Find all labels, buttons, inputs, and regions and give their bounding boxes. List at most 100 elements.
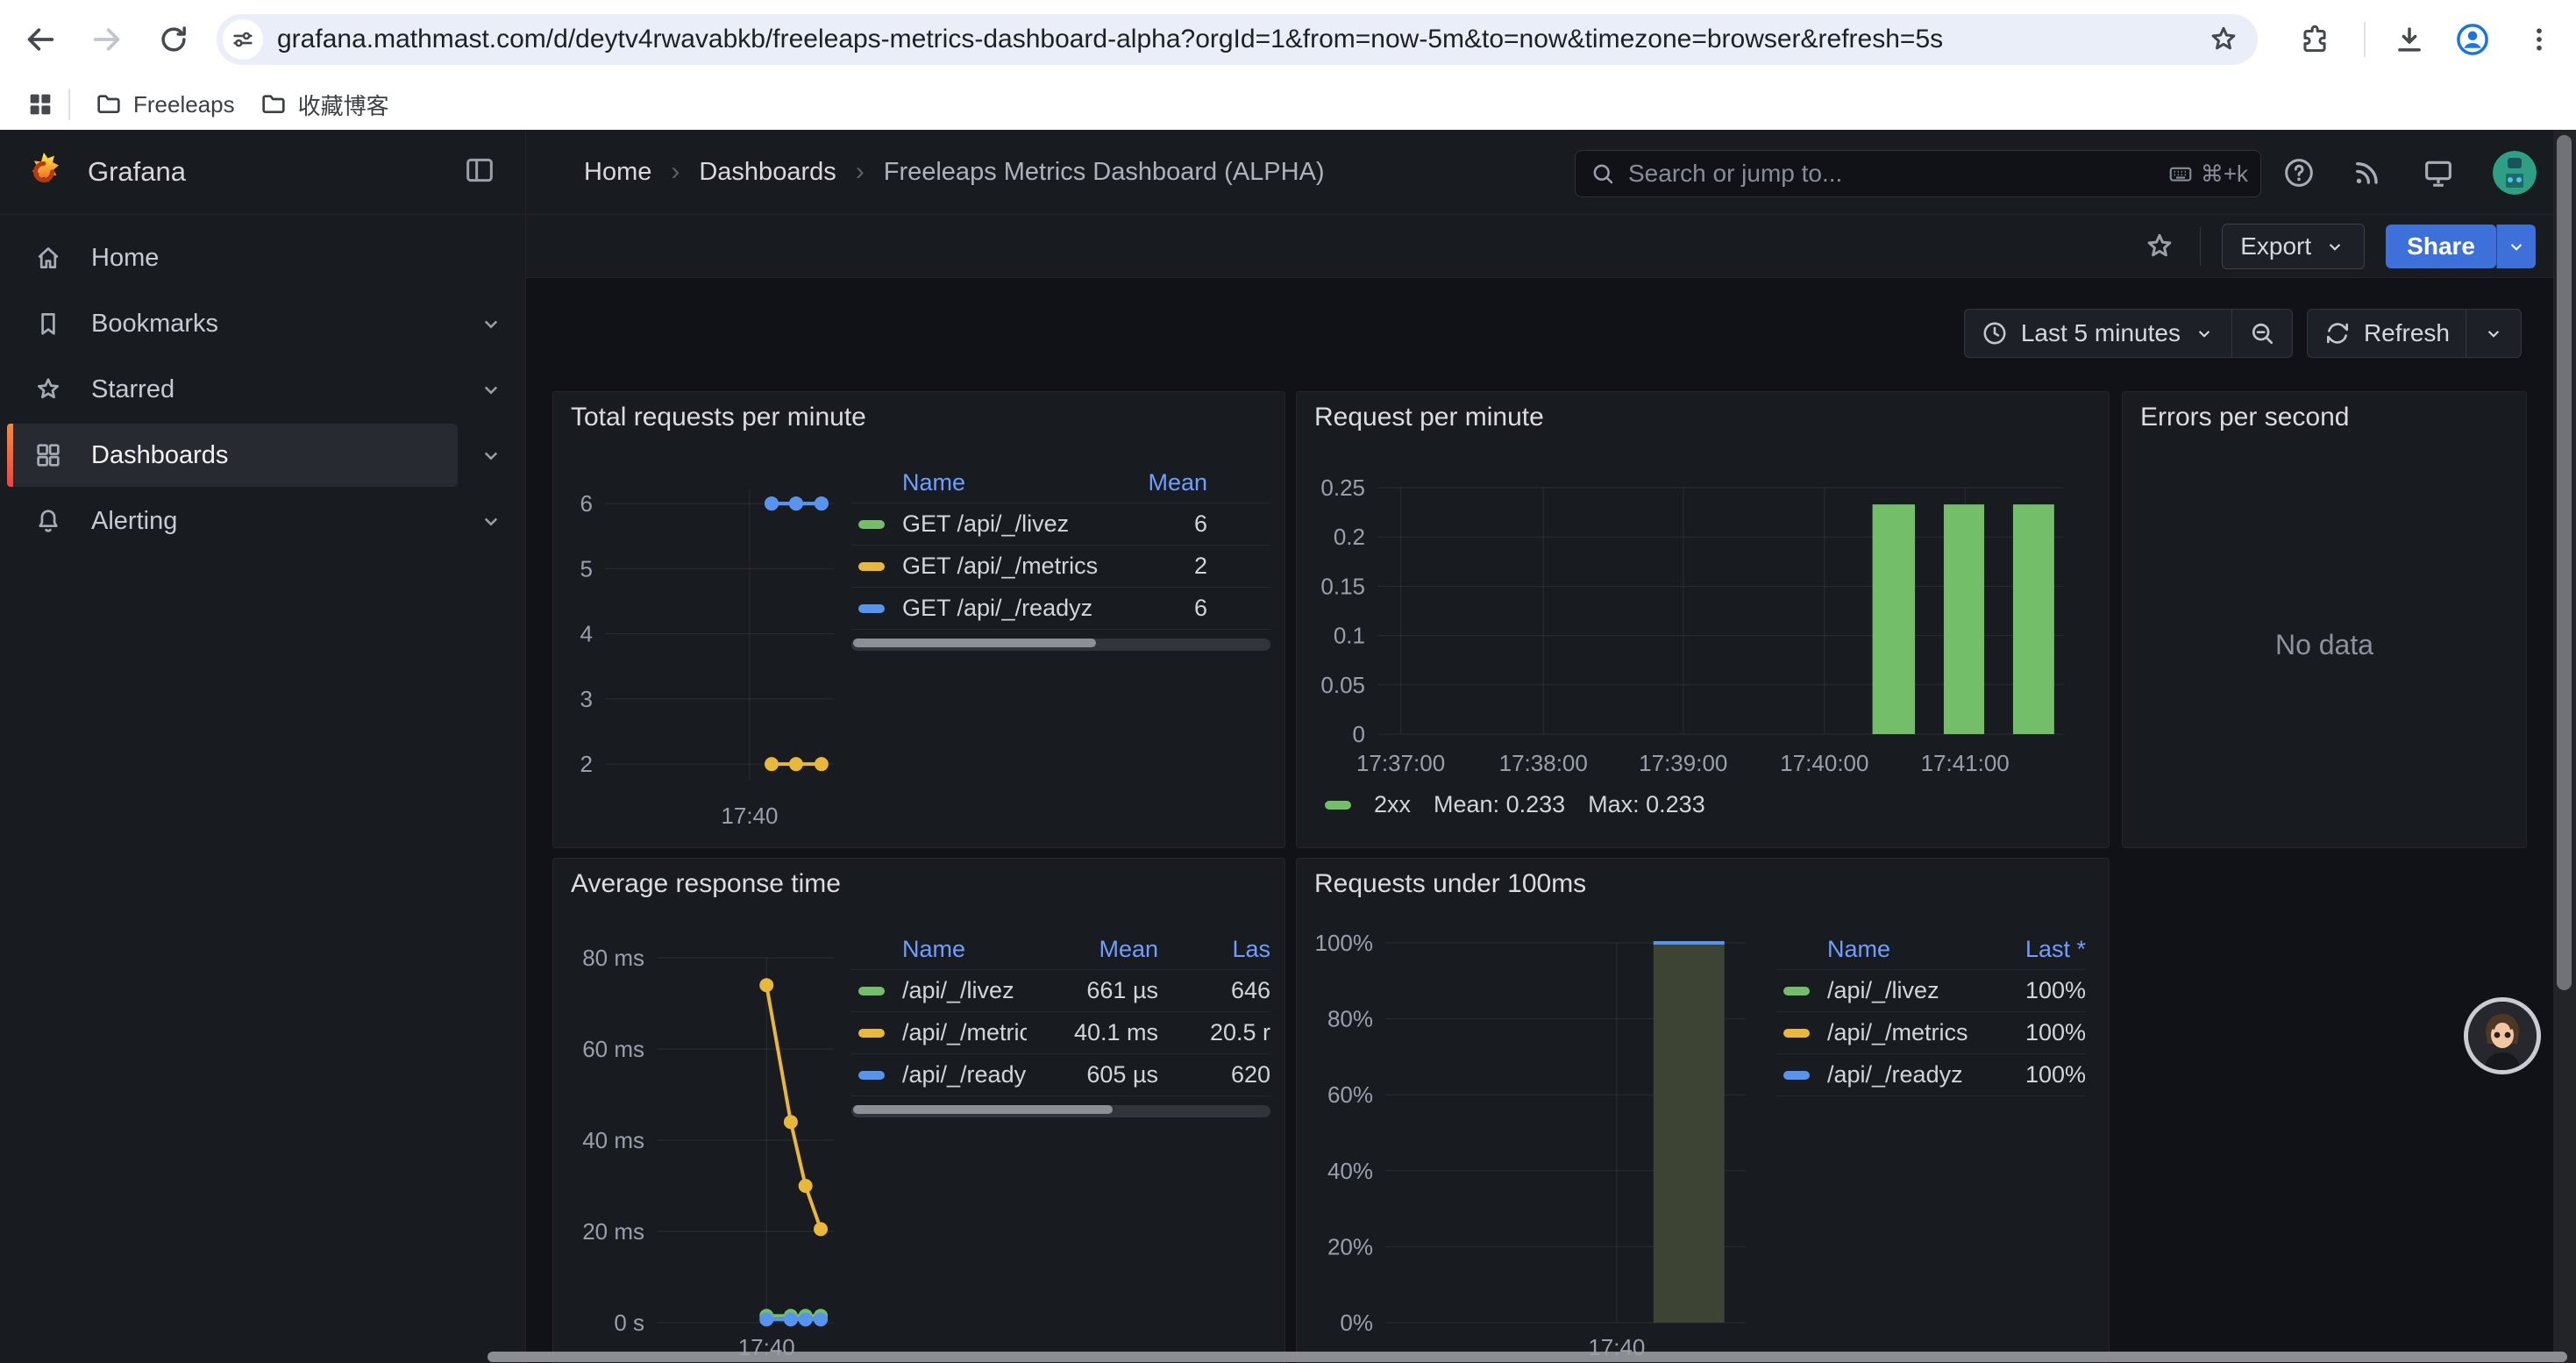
panel-title[interactable]: Total requests per minute [571,403,866,432]
series-swatch [858,1071,885,1080]
series-swatch [858,520,885,529]
svg-text:17:41:00: 17:41:00 [1921,750,2010,776]
extensions-icon[interactable] [2295,20,2334,59]
download-icon[interactable] [2390,20,2429,59]
breadcrumb: Home › Dashboards › Freeleaps Metrics Da… [584,130,1325,214]
news-rss-icon[interactable] [2348,154,2385,191]
panel-title[interactable]: Requests under 100ms [1314,869,1586,899]
svg-text:17:40: 17:40 [721,803,778,829]
chevron-down-icon [2193,322,2216,345]
breadcrumb-separator: › [671,157,680,187]
sidebar-item-starred[interactable]: Starred [7,358,458,421]
legend-col-last[interactable]: Las [1158,936,1270,963]
chevron-down-icon[interactable] [473,503,509,539]
zoom-out-button[interactable] [2231,310,2292,357]
assistant-avatar-button[interactable] [2464,997,2541,1074]
legend-scrollbar[interactable] [851,639,1270,651]
favorite-star-icon[interactable] [2140,227,2179,266]
legend-inline[interactable]: 2xx Mean: 0.233 Max: 0.233 [1325,791,1705,818]
user-avatar[interactable] [2493,151,2537,195]
bookmark-folder-blogs[interactable]: 收藏博客 [247,83,402,126]
legend-col-mean[interactable]: Mean [1027,936,1158,963]
url-bar[interactable]: grafana.mathmast.com/d/deytv4rwavabkb/fr… [217,14,2258,65]
star-icon [33,375,63,404]
sidebar-item-bookmarks[interactable]: Bookmarks [7,292,458,355]
series-swatch [858,562,885,571]
legend-col-name[interactable]: Name [902,936,1027,963]
svg-text:0.1: 0.1 [1334,623,1365,649]
series-mean: Mean: 0.233 [1434,791,1565,818]
bookmark-folder-freeleaps[interactable]: Freeleaps [82,85,247,124]
bookmark-star-icon[interactable] [2207,23,2240,56]
menu-kebab-icon[interactable] [2520,20,2558,59]
series-swatch [858,604,885,613]
search-input[interactable]: Search or jump to... ⌘+k [1575,150,2261,197]
legend-col-last[interactable]: Last * [1984,936,2086,963]
time-range-picker[interactable]: Last 5 minutes [1965,310,2231,357]
legend-table: Name Last * /api/_/livez 100% /api/_/met… [1776,929,2086,1096]
breadcrumb-current: Freeleaps Metrics Dashboard (ALPHA) [884,158,1325,187]
apps-grid-icon[interactable] [21,85,60,124]
vertical-scrollbar[interactable] [2553,130,2576,1363]
legend-row[interactable]: /api/_/livez 661 µs 646 [851,969,1270,1011]
svg-text:20 ms: 20 ms [582,1218,644,1245]
svg-text:6: 6 [580,490,593,517]
back-icon[interactable] [21,20,60,59]
chevron-down-icon[interactable] [473,438,509,473]
legend-scrollbar[interactable] [851,1105,1270,1117]
legend-row[interactable]: /api/_/readyz 605 µs 620 [851,1053,1270,1096]
site-settings-icon[interactable] [223,19,263,60]
grafana-app: Grafana Home Bookmarks [0,130,2576,1363]
svg-text:60%: 60% [1327,1081,1373,1108]
share-button[interactable]: Share [2386,225,2496,268]
legend-row[interactable]: GET /api/_/metrics 2 [851,545,1270,587]
sidebar-item-alerting[interactable]: Alerting [7,489,458,553]
chevron-down-icon[interactable] [473,372,509,407]
panel-average-response-time: Average response time 80 ms60 ms40 ms20 … [552,858,1285,1363]
sidebar: Grafana Home Bookmarks [0,130,526,1363]
chevron-down-icon [2482,322,2505,345]
sidebar-item-home[interactable]: Home [7,226,458,289]
series-swatch [858,987,885,995]
legend-col-mean[interactable]: Mean [1137,469,1207,496]
dashboard-actions-bar: Export Share [526,215,2576,278]
request-per-minute-chart[interactable]: 0.250.20.150.10.05017:37:0017:38:0017:39… [1297,392,2109,847]
panel-title[interactable]: Average response time [571,869,841,899]
sidebar-item-dashboards[interactable]: Dashboards [7,424,458,487]
panel-request-per-minute: Request per minute 0.250.20.150.10.05017… [1296,391,2110,848]
legend-col-name[interactable]: Name [1827,936,1984,963]
legend-row[interactable]: GET /api/_/readyz 6 [851,587,1270,630]
zoom-out-icon [2248,319,2276,347]
legend-row[interactable]: /api/_/livez 100% [1776,969,2086,1011]
tv-kiosk-icon[interactable] [2420,154,2457,191]
help-icon[interactable] [2281,154,2317,191]
page-header: Home › Dashboards › Freeleaps Metrics Da… [526,130,2576,215]
export-button[interactable]: Export [2222,224,2365,269]
profile-icon[interactable] [2453,20,2492,59]
svg-text:0: 0 [1353,721,1365,747]
svg-text:0.25: 0.25 [1320,475,1365,501]
share-menu-caret[interactable] [2496,225,2536,268]
breadcrumb-home[interactable]: Home [584,158,651,187]
panel-title[interactable]: Request per minute [1314,403,1544,432]
legend-row[interactable]: /api/_/metrics 40.1 ms 20.5 r [851,1011,1270,1053]
grafana-logo[interactable] [23,151,65,193]
refresh-interval-caret[interactable] [2466,310,2521,357]
svg-text:40 ms: 40 ms [582,1127,644,1153]
reload-icon[interactable] [154,20,193,59]
chevron-down-icon[interactable] [473,306,509,341]
legend-row[interactable]: /api/_/metrics 100% [1776,1011,2086,1053]
panel-title[interactable]: Errors per second [2140,403,2349,432]
legend-row[interactable]: /api/_/readyz 100% [1776,1053,2086,1096]
legend-col-name[interactable]: Name [902,469,1137,496]
breadcrumb-dashboards[interactable]: Dashboards [699,158,836,187]
refresh-button[interactable]: Refresh [2308,310,2466,357]
sidebar-collapse-icon[interactable] [462,153,497,188]
search-placeholder: Search or jump to... [1628,160,2167,188]
bookmarks-divider [68,89,70,120]
legend-row[interactable]: GET /api/_/livez 6 [851,503,1270,545]
forward-icon[interactable] [88,20,126,59]
no-data-message: No data [2123,629,2526,661]
url-text[interactable]: grafana.mathmast.com/d/deytv4rwavabkb/fr… [277,25,2207,54]
vertical-scrollbar-thumb[interactable] [2557,135,2572,990]
